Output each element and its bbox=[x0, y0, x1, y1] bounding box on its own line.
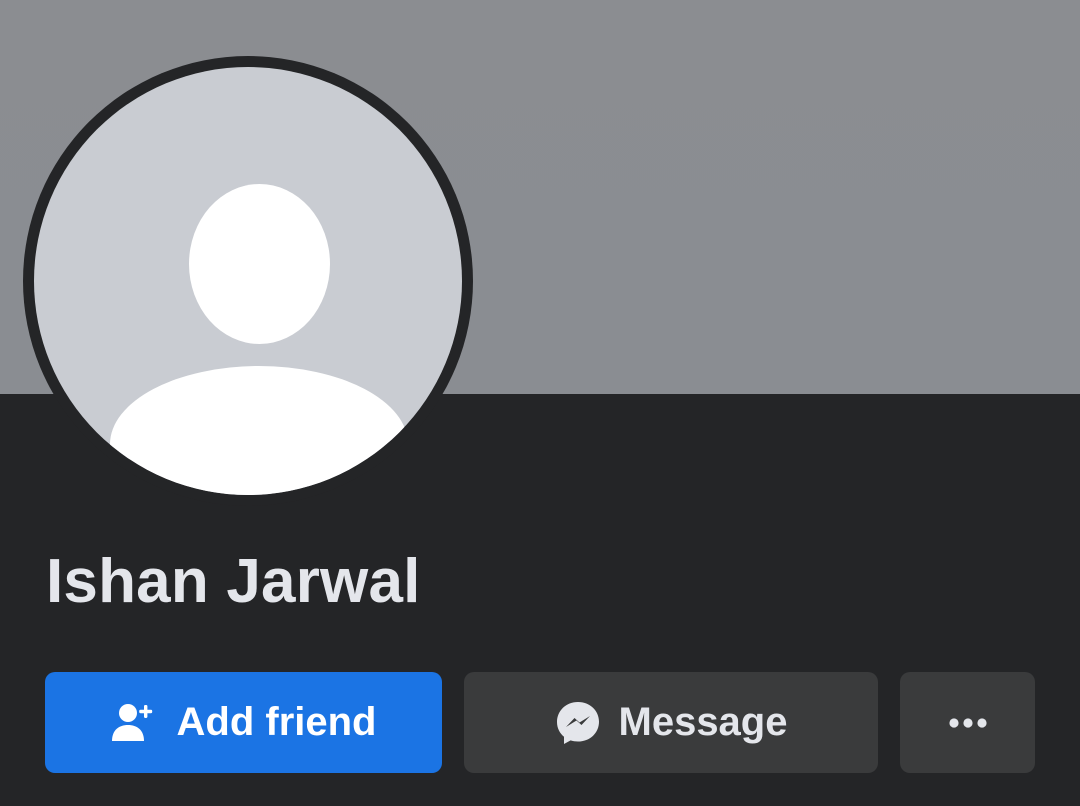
add-friend-label: Add friend bbox=[176, 700, 377, 744]
add-friend-button[interactable]: Add friend bbox=[45, 672, 442, 773]
profile-name: Ishan Jarwal bbox=[46, 547, 421, 616]
default-avatar-head-icon bbox=[189, 184, 330, 344]
add-person-icon bbox=[111, 701, 155, 745]
profile-picture[interactable] bbox=[34, 67, 462, 495]
message-button[interactable]: Message bbox=[464, 672, 878, 773]
profile-page: Ishan Jarwal Add friend Message bbox=[0, 0, 1080, 806]
more-horizontal-icon bbox=[948, 717, 988, 729]
message-label: Message bbox=[618, 700, 788, 744]
more-options-button[interactable] bbox=[900, 672, 1035, 773]
messenger-icon bbox=[555, 700, 601, 746]
default-avatar-body-icon bbox=[110, 366, 408, 495]
profile-picture-frame[interactable] bbox=[23, 56, 473, 506]
